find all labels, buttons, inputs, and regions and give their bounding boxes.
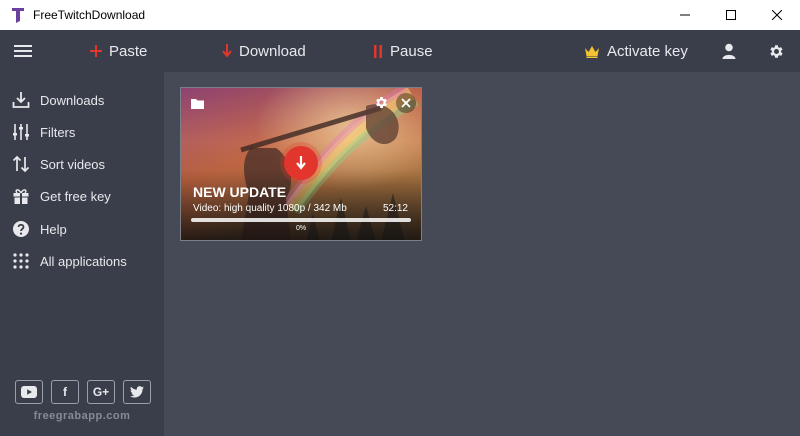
window-controls [662, 0, 800, 30]
main-content: NEW UPDATE Video: high quality 1080p / 3… [164, 72, 800, 436]
app-logo-icon [9, 6, 27, 24]
arrow-down-icon [296, 156, 306, 170]
title-bar: FreeTwitchDownload [0, 0, 800, 30]
menu-button[interactable] [13, 30, 33, 72]
social-links: f G+ [15, 380, 151, 404]
folder-icon[interactable] [191, 96, 204, 114]
youtube-icon [21, 386, 37, 398]
close-window-button[interactable] [754, 0, 800, 30]
window-title: FreeTwitchDownload [33, 8, 146, 22]
crown-icon [584, 45, 600, 58]
activate-key-button[interactable]: Activate key [584, 30, 688, 72]
download-icon [11, 90, 31, 110]
sidebar-item-filters[interactable]: Filters [0, 116, 164, 148]
remove-video-icon[interactable] [396, 93, 416, 113]
account-button[interactable] [722, 30, 736, 72]
toolbar: Paste Download Pause Activate key [0, 30, 800, 72]
minimize-icon [680, 14, 690, 16]
gift-icon [11, 186, 31, 206]
minimize-button[interactable] [662, 0, 708, 30]
maximize-button[interactable] [708, 0, 754, 30]
sidebar-item-label: Downloads [40, 92, 105, 108]
website-link[interactable]: freegrabapp.com [0, 410, 164, 422]
sidebar-item-get-free-key[interactable]: Get free key [0, 180, 164, 212]
download-button[interactable]: Download [222, 30, 306, 72]
sidebar-item-label: Get free key [40, 188, 111, 204]
download-label: Download [239, 42, 306, 60]
plus-icon [90, 45, 102, 57]
paste-label: Paste [109, 42, 148, 60]
user-icon [722, 43, 736, 59]
sidebar-item-sort-videos[interactable]: Sort videos [0, 148, 164, 180]
close-icon [772, 10, 782, 20]
sidebar-item-help[interactable]: Help [0, 213, 164, 245]
video-title: NEW UPDATE [193, 184, 287, 200]
video-settings-icon[interactable] [374, 95, 389, 115]
video-quality-info: Video: high quality 1080p / 342 Mb [193, 203, 347, 214]
help-icon [11, 219, 31, 239]
pause-label: Pause [390, 42, 433, 60]
sidebar-item-label: Filters [40, 124, 76, 140]
sort-icon [11, 154, 31, 174]
sidebar-item-label: All applications [40, 253, 127, 269]
google-plus-button[interactable]: G+ [87, 380, 115, 404]
sidebar: Downloads Filters Sort videos Get free k… [0, 72, 164, 436]
sliders-icon [11, 122, 31, 142]
download-progress-label: 0% [295, 225, 307, 232]
arrow-down-icon [222, 44, 232, 58]
pause-icon [373, 44, 383, 58]
paste-button[interactable]: Paste [90, 30, 147, 72]
video-card[interactable]: NEW UPDATE Video: high quality 1080p / 3… [180, 87, 422, 241]
gear-icon [770, 44, 783, 58]
facebook-button[interactable]: f [51, 380, 79, 404]
sidebar-item-label: Help [40, 221, 67, 237]
twitter-icon [130, 386, 144, 398]
grid-icon [11, 251, 31, 271]
sidebar-item-downloads[interactable]: Downloads [0, 84, 164, 116]
video-duration: 52:12 [382, 203, 408, 214]
activate-key-label: Activate key [607, 42, 688, 60]
twitter-button[interactable] [123, 380, 151, 404]
google-plus-icon: G+ [92, 385, 110, 399]
youtube-button[interactable] [15, 380, 43, 404]
hamburger-menu-icon [14, 45, 32, 57]
settings-button[interactable] [768, 30, 785, 72]
download-video-button[interactable] [284, 146, 318, 180]
download-progress-bar [191, 218, 411, 222]
sidebar-item-label: Sort videos [40, 156, 106, 172]
maximize-icon [726, 10, 736, 20]
facebook-icon: f [63, 385, 67, 399]
pause-button[interactable]: Pause [373, 30, 433, 72]
sidebar-item-all-applications[interactable]: All applications [0, 245, 164, 277]
